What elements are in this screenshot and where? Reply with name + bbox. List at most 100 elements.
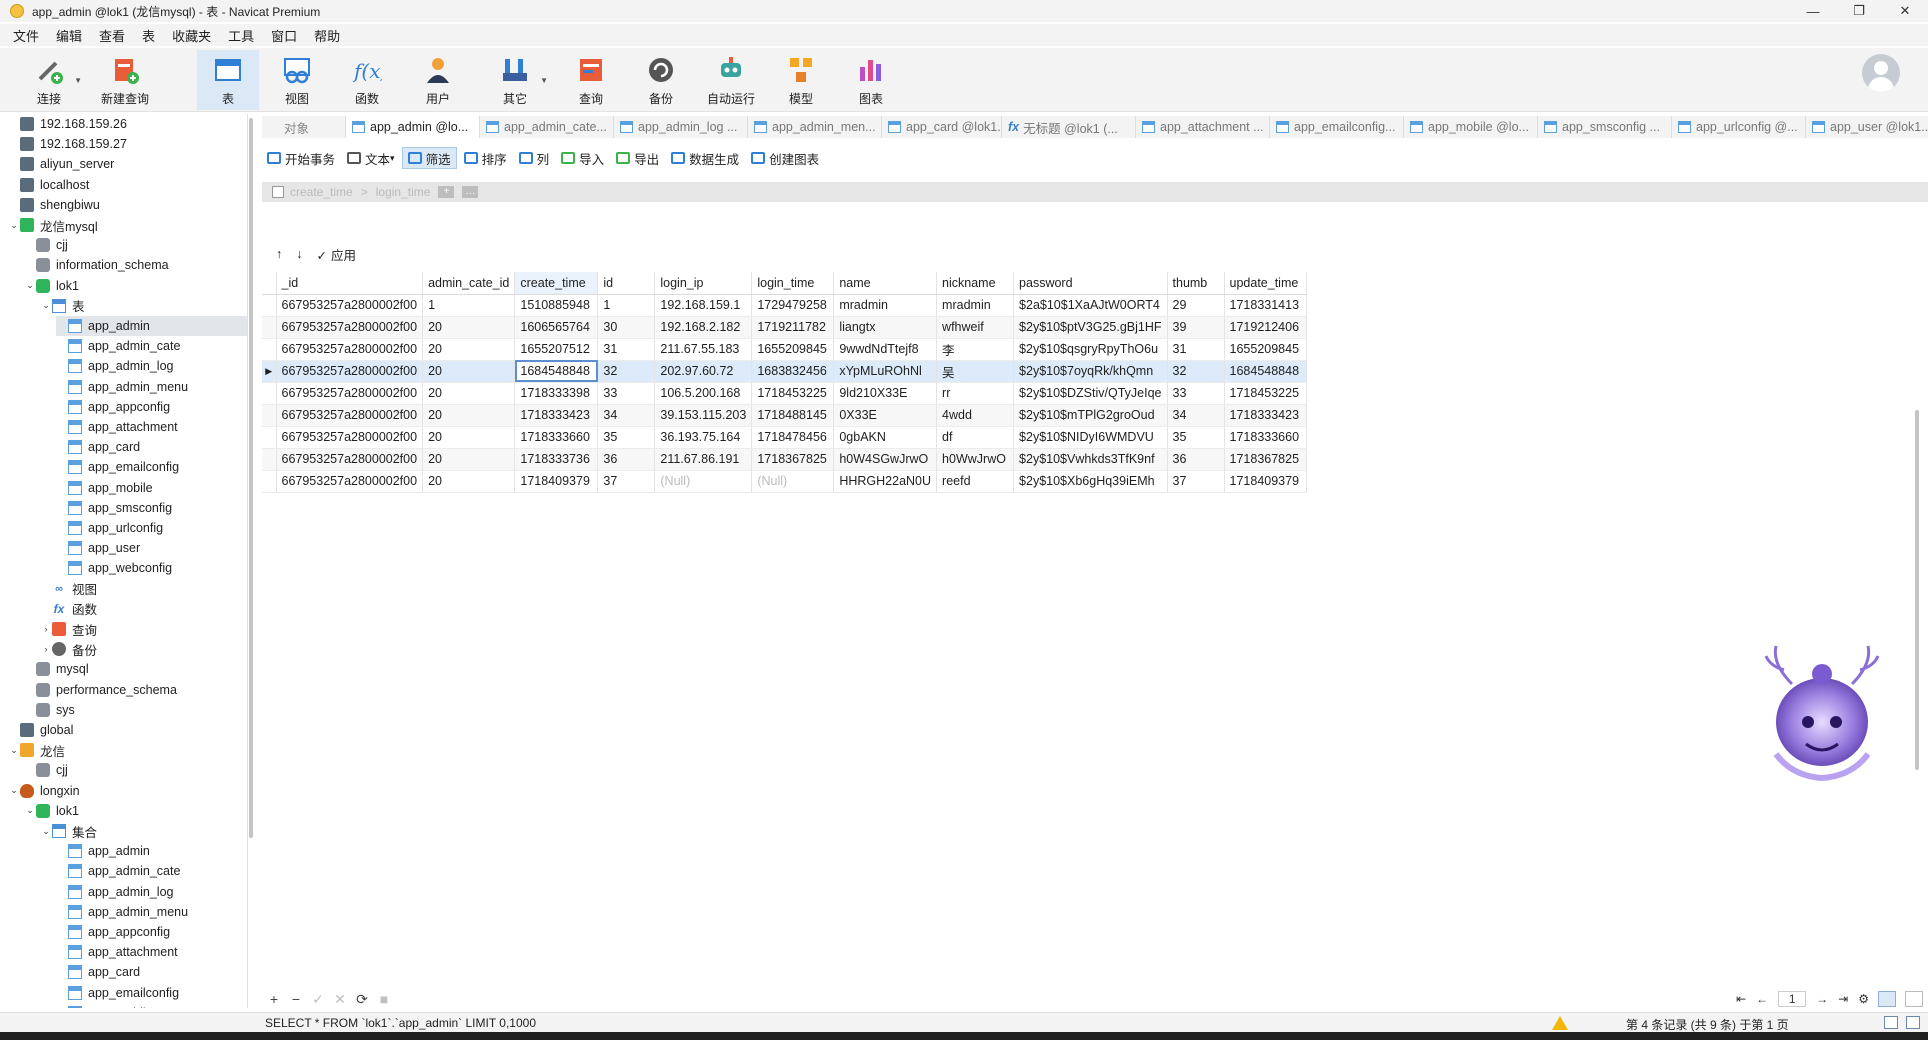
row-marker[interactable] xyxy=(262,294,277,317)
chevron-down-icon[interactable]: ⌄ xyxy=(24,805,36,816)
grid-scrollbar[interactable] xyxy=(1915,410,1919,770)
discard-changes-button[interactable]: ✕ xyxy=(330,991,350,1008)
cell-login-time[interactable]: 1719211782 xyxy=(751,316,835,339)
filter-button[interactable]: 筛选 xyxy=(401,147,457,169)
cell--id[interactable]: 667953257a2800002f00 xyxy=(276,316,424,339)
tree-item[interactable]: ⌄ 集合 xyxy=(40,821,247,841)
cell-login-ip[interactable]: 202.97.60.72 xyxy=(654,360,753,383)
sort-button[interactable]: 排序 xyxy=(459,147,512,169)
cell-name[interactable]: mradmin xyxy=(833,294,938,317)
cell-login-ip[interactable]: 211.67.86.191 xyxy=(654,448,753,471)
tree-item[interactable]: cjj xyxy=(24,760,247,780)
add-record-button[interactable]: + xyxy=(264,991,284,1007)
warning-icon[interactable] xyxy=(1552,1016,1568,1030)
cell-nickname[interactable]: 4wdd xyxy=(936,404,1015,427)
page-number-input[interactable]: 1 xyxy=(1778,991,1807,1007)
cell-login-time[interactable]: 1718488145 xyxy=(751,404,835,427)
tree-item[interactable]: app_admin_menu xyxy=(56,902,247,922)
column-header-update-time[interactable]: update_time xyxy=(1224,272,1307,295)
filter-options-icon[interactable]: … xyxy=(462,186,479,198)
filter-checkbox[interactable] xyxy=(272,186,284,198)
tree-item[interactable]: app_admin xyxy=(56,841,247,861)
menu-table[interactable]: 表 xyxy=(142,26,155,45)
cell-update-time[interactable]: 1718333423 xyxy=(1224,404,1307,427)
cell-thumb[interactable]: 29 xyxy=(1167,294,1225,317)
cell--id[interactable]: 667953257a2800002f00 xyxy=(276,470,424,493)
tree-item[interactable]: app_webconfig xyxy=(56,558,247,578)
dropdown-caret-icon[interactable]: ▼ xyxy=(74,76,82,85)
tree-item[interactable]: mysql xyxy=(24,659,247,679)
cell-id[interactable]: 31 xyxy=(597,338,656,361)
menu-favorites[interactable]: 收藏夹 xyxy=(172,26,211,45)
tree-item[interactable]: app_mobile xyxy=(56,1003,247,1008)
tree-item[interactable]: aliyun_server xyxy=(8,154,247,174)
first-page-button[interactable]: ⇤ xyxy=(1736,992,1746,1006)
tree-item[interactable]: fx 函数 xyxy=(40,599,247,619)
ribbon-table-button[interactable]: 表 xyxy=(197,50,259,110)
chevron-down-icon[interactable]: ⌄ xyxy=(8,745,20,756)
ribbon-view-button[interactable]: 视图 xyxy=(266,50,328,110)
cell-admin-cate-id[interactable]: 1 xyxy=(422,294,516,317)
panel-toggle-right-icon[interactable] xyxy=(1906,1016,1920,1029)
cell-name[interactable]: xYpMLuROhNl xyxy=(833,360,938,383)
column-header-admin-cate-id[interactable]: admin_cate_id xyxy=(422,272,516,295)
menu-file[interactable]: 文件 xyxy=(13,26,39,45)
tab-table[interactable]: app_attachment ... xyxy=(1136,116,1270,138)
tree-item[interactable]: app_appconfig xyxy=(56,397,247,417)
cell-update-time[interactable]: 1718331413 xyxy=(1224,294,1307,317)
add-filter-icon[interactable]: + xyxy=(438,186,455,198)
cell-admin-cate-id[interactable]: 20 xyxy=(422,360,516,383)
cell-id[interactable]: 1 xyxy=(597,294,656,317)
column-header-id[interactable]: id xyxy=(597,272,656,295)
cell-id[interactable]: 32 xyxy=(597,360,656,383)
cell-create-time[interactable]: 1510885948 xyxy=(514,294,599,317)
tab-table[interactable]: app_user @lok1... xyxy=(1806,116,1928,138)
ribbon-model-button[interactable]: 模型 xyxy=(770,50,832,110)
filter-field-1[interactable]: create_time xyxy=(290,185,353,199)
cell-login-ip[interactable]: (Null) xyxy=(654,470,753,493)
tab-table[interactable]: fx 无标题 @lok1 (... xyxy=(1002,116,1136,138)
column-header-thumb[interactable]: thumb xyxy=(1167,272,1225,295)
cell-nickname[interactable]: mradmin xyxy=(936,294,1015,317)
cell-name[interactable]: liangtx xyxy=(833,316,938,339)
column-header-login-time[interactable]: login_time xyxy=(751,272,835,295)
chevron-right-icon[interactable]: › xyxy=(40,624,52,634)
cell-admin-cate-id[interactable]: 20 xyxy=(422,404,516,427)
tree-item[interactable]: › 备份 xyxy=(40,639,247,659)
tab-table[interactable]: app_urlconfig @... xyxy=(1672,116,1806,138)
prev-page-button[interactable]: ← xyxy=(1756,992,1768,1006)
tab-table[interactable]: app_emailconfig... xyxy=(1270,116,1404,138)
tree-item[interactable]: app_emailconfig xyxy=(56,457,247,477)
tab-table[interactable]: app_admin_log ... xyxy=(614,116,748,138)
row-marker[interactable] xyxy=(262,316,277,339)
cell-login-time[interactable]: 1729479258 xyxy=(751,294,835,317)
data-generation-button[interactable]: 数据生成 xyxy=(666,147,744,169)
export-button[interactable]: 导出 xyxy=(611,147,664,169)
row-marker[interactable] xyxy=(262,470,277,493)
cell-create-time[interactable]: 1718409379 xyxy=(514,470,599,493)
ribbon-query-button[interactable]: 查询 xyxy=(560,50,622,110)
maximize-button[interactable]: ❐ xyxy=(1836,0,1882,22)
cell-admin-cate-id[interactable]: 20 xyxy=(422,316,516,339)
ribbon-user-button[interactable]: 用户 xyxy=(407,50,469,110)
cell-login-time[interactable]: 1718367825 xyxy=(751,448,835,471)
cell-password[interactable]: $2a$10$1XaAJtW0ORT4 xyxy=(1013,294,1168,317)
dropdown-caret-icon[interactable]: ▾ xyxy=(390,153,395,164)
cell-login-time[interactable]: 1683832456 xyxy=(751,360,835,383)
tab-table[interactable]: app_admin_cate... xyxy=(480,116,614,138)
cell-id[interactable]: 30 xyxy=(597,316,656,339)
tree-item[interactable]: app_attachment xyxy=(56,942,247,962)
cell-login-ip[interactable]: 211.67.55.183 xyxy=(654,338,753,361)
columns-button[interactable]: 列 xyxy=(514,147,555,169)
cell-thumb[interactable]: 35 xyxy=(1167,426,1225,449)
cell--id[interactable]: 667953257a2800002f00 xyxy=(276,360,424,383)
chevron-right-icon[interactable]: › xyxy=(40,644,52,654)
tree-item[interactable]: ⌄ lok1 xyxy=(24,801,247,821)
tree-item[interactable]: shengbiwu xyxy=(8,195,247,215)
tab-table[interactable]: app_admin_men... xyxy=(748,116,882,138)
cell-nickname[interactable]: reefd xyxy=(936,470,1015,493)
table-row[interactable]: 667953257a2800002f00 20 1606565764 30 192.16… xyxy=(262,316,1307,339)
chevron-down-icon[interactable]: ⌄ xyxy=(40,300,52,311)
tree-item[interactable]: app_appconfig xyxy=(56,922,247,942)
tree-item[interactable]: app_smsconfig xyxy=(56,498,247,518)
